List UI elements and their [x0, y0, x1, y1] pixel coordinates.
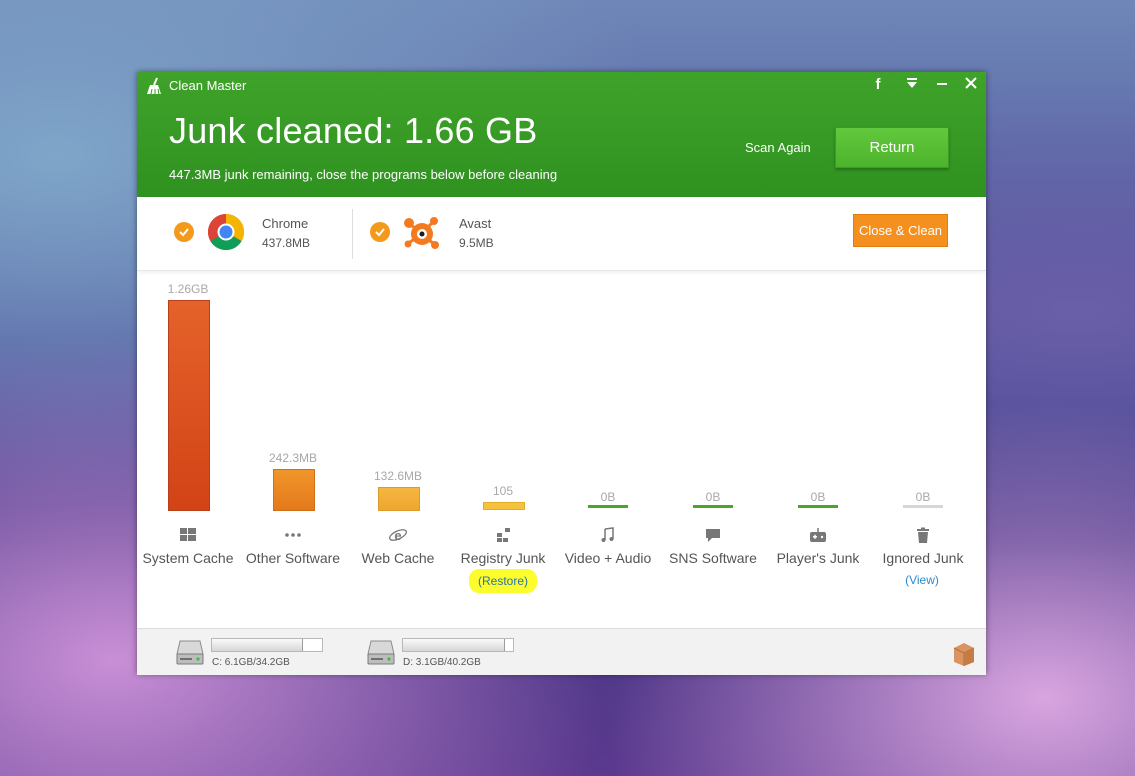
- category-label-players-junk[interactable]: Player's Junk: [763, 550, 873, 566]
- junk-cleaned-headline: Junk cleaned: 1.66 GB: [169, 110, 538, 151]
- registry-icon: [497, 528, 510, 542]
- gamepad-icon: [810, 528, 826, 542]
- junk-remaining-text: 447.3MB junk remaining, close the progra…: [169, 167, 558, 182]
- bar-value-label: 1.26GB: [167, 282, 209, 296]
- ellipsis-icon: [285, 533, 301, 537]
- category-label-web-cache[interactable]: Web Cache: [343, 550, 453, 566]
- bar-players-junk: [798, 505, 838, 508]
- running-programs-bar: Chrome 437.8MB Avast 9.5MB Close & Clean: [137, 197, 986, 271]
- broom-logo-icon: [147, 77, 161, 95]
- view-link[interactable]: (View): [889, 573, 955, 587]
- hard-drive-icon: [367, 640, 395, 665]
- chrome-icon: [207, 214, 245, 251]
- category-label-sns-software[interactable]: SNS Software: [658, 550, 768, 566]
- bar-value-label: 242.3MB: [268, 451, 318, 465]
- svg-text:e: e: [394, 528, 401, 543]
- box-icon[interactable]: [951, 641, 977, 667]
- bar-value-label: 105: [492, 484, 514, 498]
- junk-category-chart: 1.26GB 242.3MB 132.6MB 105 0B 0B 0B 0B e: [137, 271, 986, 627]
- status-footer: C: 6.1GB/34.2GB D: 3.1GB/40.2GB: [137, 628, 986, 675]
- clean-master-window: Clean Master f Junk cleaned: 1.66 GB 447…: [137, 72, 986, 675]
- bar-web-cache: [378, 487, 420, 511]
- bar-registry-junk: [483, 502, 525, 510]
- bar-value-label: 0B: [915, 490, 931, 504]
- process-name: Avast: [459, 216, 492, 231]
- music-note-icon: [601, 527, 614, 542]
- process-name: Chrome: [262, 216, 309, 231]
- avast-checkbox[interactable]: [370, 222, 390, 242]
- avast-icon: [404, 217, 439, 249]
- ie-icon: e: [389, 528, 407, 543]
- category-label-other-software[interactable]: Other Software: [238, 550, 348, 566]
- facebook-icon[interactable]: f: [867, 75, 889, 95]
- menu-dropdown-icon[interactable]: [901, 75, 923, 95]
- app-title: Clean Master: [169, 78, 247, 93]
- bar-sns-software: [693, 505, 733, 508]
- bar-value-label: 132.6MB: [373, 469, 423, 483]
- drive-c-usage-fill: [212, 639, 303, 651]
- drive-c-label: C: 6.1GB/34.2GB: [212, 657, 290, 668]
- close-and-clean-button[interactable]: Close & Clean: [853, 214, 948, 247]
- bar-ignored-junk: [903, 505, 943, 508]
- chrome-checkbox[interactable]: [174, 222, 194, 242]
- divider: [352, 209, 353, 259]
- bar-system-cache: [168, 300, 210, 511]
- drive-d-label: D: 3.1GB/40.2GB: [403, 657, 481, 668]
- bar-other-software: [273, 469, 315, 511]
- close-icon[interactable]: [960, 75, 982, 95]
- minimize-icon[interactable]: [931, 75, 953, 95]
- drive-c-usage-bar: [211, 638, 323, 652]
- trash-icon: [917, 527, 929, 543]
- bar-value-label: 0B: [705, 490, 721, 504]
- chat-bubble-icon: [706, 529, 720, 542]
- process-size: 9.5MB: [459, 236, 494, 250]
- category-label-system-cache[interactable]: System Cache: [133, 550, 243, 566]
- scan-again-link[interactable]: Scan Again: [745, 140, 811, 155]
- category-label-registry-junk[interactable]: Registry Junk: [448, 550, 558, 566]
- category-label-video-audio[interactable]: Video + Audio: [553, 550, 663, 566]
- result-header: Clean Master f Junk cleaned: 1.66 GB 447…: [137, 72, 986, 197]
- bar-video-audio: [588, 505, 628, 508]
- windows-icon: [180, 528, 196, 541]
- drive-d-usage-bar: [402, 638, 514, 652]
- hard-drive-icon: [176, 640, 204, 665]
- return-button[interactable]: Return: [835, 127, 949, 168]
- bar-value-label: 0B: [600, 490, 616, 504]
- category-label-ignored-junk[interactable]: Ignored Junk: [868, 550, 978, 566]
- restore-link[interactable]: (Restore): [469, 569, 537, 593]
- process-size: 437.8MB: [262, 236, 311, 250]
- bar-value-label: 0B: [810, 490, 826, 504]
- drive-d-usage-fill: [403, 639, 505, 651]
